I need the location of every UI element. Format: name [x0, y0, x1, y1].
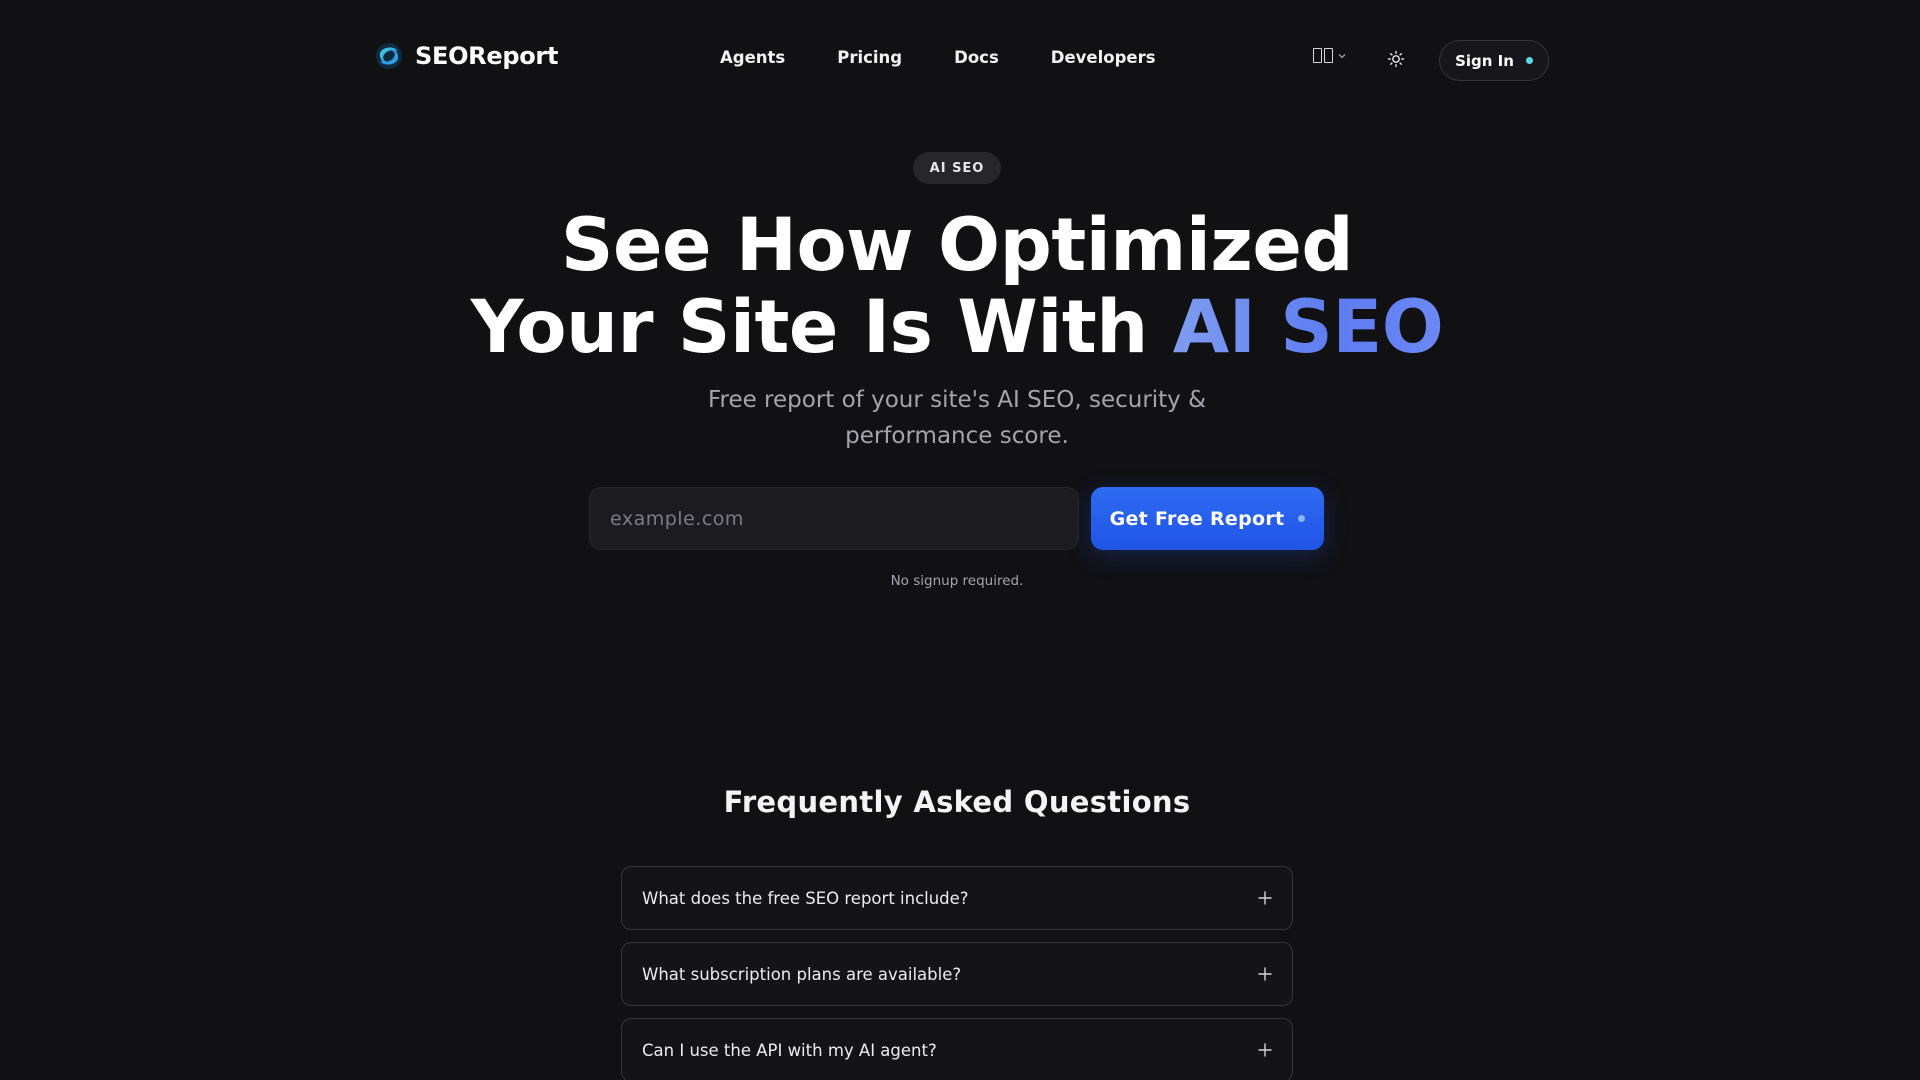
nav-item-docs[interactable]: Docs: [954, 48, 999, 67]
brand-home-link[interactable]: SEOReport: [375, 42, 558, 70]
sign-in-button[interactable]: Sign In: [1439, 40, 1549, 81]
hero-title: See How Optimized Your Site Is With AI S…: [360, 205, 1554, 369]
page: SEOReport Agents Pricing Docs Developers: [0, 0, 1920, 1080]
hero-title-line1: See How Optimized: [560, 203, 1354, 288]
main-nav: Agents Pricing Docs Developers: [720, 48, 1156, 67]
get-free-report-button[interactable]: Get Free Report: [1091, 487, 1324, 550]
cta-dot-icon: [1298, 515, 1306, 522]
seoreport-logo-icon: [376, 43, 402, 69]
faq-item[interactable]: Can I use the API with my AI agent?: [621, 1018, 1293, 1080]
hero-subtitle: Free report of your site's AI SEO, secur…: [707, 387, 1207, 449]
website-url-input[interactable]: [589, 487, 1079, 550]
plus-icon: [1258, 1043, 1272, 1057]
site-header: SEOReport Agents Pricing Docs Developers: [0, 0, 1920, 120]
nav-item-developers[interactable]: Developers: [1051, 48, 1156, 67]
faq-item[interactable]: What subscription plans are available?: [621, 942, 1293, 1006]
sun-icon[interactable]: [1387, 50, 1405, 68]
faq-question: What subscription plans are available?: [642, 964, 962, 984]
faq-question: What does the free SEO report include?: [642, 888, 969, 908]
chevron-down-icon: [1338, 53, 1346, 58]
sign-in-label: Sign In: [1455, 51, 1514, 70]
brand-name: SEOReport: [415, 42, 559, 70]
hero-title-accent: AI SEO: [1172, 285, 1444, 370]
get-free-report-label: Get Free Report: [1109, 507, 1285, 530]
hero-badge: AI SEO: [913, 152, 1001, 184]
language-flag-icon: [1313, 48, 1333, 63]
plus-icon: [1258, 967, 1272, 981]
language-selector[interactable]: [1313, 48, 1347, 63]
nav-item-pricing[interactable]: Pricing: [837, 48, 902, 67]
plus-icon: [1258, 891, 1272, 905]
no-signup-hint: No signup required.: [890, 573, 1024, 589]
nav-item-agents[interactable]: Agents: [720, 48, 785, 67]
hero-title-line2-prefix: Your Site Is With: [470, 285, 1149, 370]
faq-item[interactable]: What does the free SEO report include?: [621, 866, 1293, 930]
status-dot-icon: [1525, 57, 1533, 64]
faq-list: What does the free SEO report include? W…: [621, 866, 1293, 1080]
faq-question: Can I use the API with my AI agent?: [642, 1040, 937, 1060]
faq-title: Frequently Asked Questions: [723, 785, 1191, 819]
